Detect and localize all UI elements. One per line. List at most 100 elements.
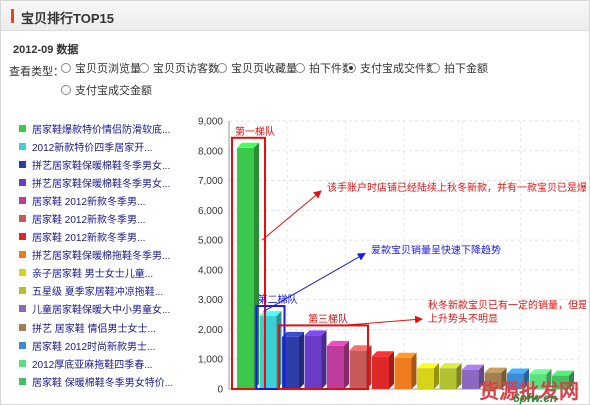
legend-item[interactable]: 居家鞋 2012新款冬季男... <box>19 191 189 209</box>
radio-button[interactable] <box>217 63 227 73</box>
legend-item[interactable]: 拼艺居家鞋保暖棉鞋冬季男女... <box>19 155 189 173</box>
legend-swatch <box>19 323 26 331</box>
legend-item[interactable]: 居家鞋 2012新款冬季男... <box>19 228 189 246</box>
radio-label: 宝贝页收藏量 <box>231 63 297 75</box>
legend-swatch <box>19 142 26 150</box>
tier1-label: 第一梯队 <box>235 125 275 138</box>
bar-front <box>304 335 322 389</box>
legend-label: 拼艺居家鞋保暖棉拖鞋冬季男... <box>32 251 171 263</box>
legend-item[interactable]: 居家鞋 保暖棉鞋冬季男女特价... <box>19 372 189 390</box>
bar-front <box>417 368 434 389</box>
bar-front <box>237 147 254 389</box>
legend-swatch <box>19 359 26 367</box>
legend-swatch <box>19 287 26 295</box>
radio-button[interactable] <box>61 85 71 95</box>
radio-page-views[interactable]: 宝贝页浏览量 <box>61 59 141 77</box>
legend-item[interactable]: 2012厚底亚麻拖鞋四季春... <box>19 354 189 372</box>
bar-side <box>321 330 327 389</box>
tier3-label: 第三梯队 <box>308 312 348 325</box>
annotation-note1: 该手账户时店铺已经陆续上秋冬新款，并有一款宝贝已是爆款 <box>327 181 586 194</box>
legend-swatch <box>19 215 26 223</box>
legend-item[interactable]: 居家鞋爆款特价情侣防滑软底... <box>19 119 189 137</box>
legend-swatch <box>19 178 26 186</box>
bar-front <box>372 356 389 389</box>
radio-ordered-items[interactable]: 拍下件数 <box>295 59 353 77</box>
y-tick-label: 9,000 <box>198 117 223 128</box>
y-tick-label: 4,000 <box>198 265 223 276</box>
header-accent-bar <box>11 9 14 23</box>
radio-button[interactable] <box>430 63 440 73</box>
legend-item[interactable]: 2012新款特价四季居家开... <box>19 137 189 155</box>
arrow-note3 <box>341 315 423 326</box>
bar-side <box>344 340 349 389</box>
annotation-note2: 爱款宝贝销量呈快速下降趋势 <box>371 244 501 257</box>
bar-side <box>411 352 417 389</box>
bar-front <box>327 345 344 389</box>
view-type-label: 查看类型： <box>9 66 64 78</box>
ranking-panel: 宝贝排行TOP15 2012-09 数据 查看类型： 宝贝页浏览量 宝贝页访客数… <box>0 0 590 405</box>
radio-label: 宝贝页访客数 <box>153 63 219 75</box>
legend-swatch <box>19 233 26 241</box>
arrow-note1 <box>261 190 322 241</box>
legend-item[interactable]: 五星级 夏季家居鞋冲凉拖鞋... <box>19 282 189 300</box>
radio-label: 拍下金额 <box>444 63 488 75</box>
radio-label: 宝贝页浏览量 <box>75 63 141 75</box>
legend-label: 居家鞋 2012新款冬季男... <box>32 233 146 245</box>
radio-button[interactable] <box>139 63 149 73</box>
legend-label: 拼艺居家鞋保暖棉鞋冬季男女... <box>32 160 171 172</box>
radio-ordered-amount[interactable]: 拍下金额 <box>430 59 488 77</box>
radio-button[interactable] <box>295 63 305 73</box>
y-tick-label: 2,000 <box>198 325 223 336</box>
legend-item[interactable]: 居家鞋 2012新款冬季男... <box>19 209 189 227</box>
legend-swatch <box>19 160 26 168</box>
legend-label: 五星级 夏季家居鞋冲凉拖鞋... <box>32 287 164 299</box>
panel-header: 宝贝排行TOP15 <box>1 1 589 31</box>
bar-front <box>439 368 457 389</box>
legend-swatch <box>19 251 26 259</box>
y-tick-label: 7,000 <box>198 176 223 187</box>
legend-label: 居家鞋 2012新款冬季男... <box>32 196 146 208</box>
panel-title: 宝贝排行TOP15 <box>21 11 114 26</box>
legend-label: 儿童居家鞋保暖大中小男童女... <box>32 305 171 317</box>
radio-favorites[interactable]: 宝贝页收藏量 <box>217 59 297 77</box>
legend-label: 2012新款特价四季居家开... <box>32 142 153 154</box>
annotation-note3-line1: 秋冬新款宝贝已有一定的销量，但是 <box>428 299 586 312</box>
bar-front <box>394 357 412 389</box>
y-tick-label: 3,000 <box>198 295 223 306</box>
bar-front <box>349 350 367 389</box>
legend-swatch <box>19 305 26 313</box>
arrow-note2 <box>263 253 366 313</box>
chart-legend: 居家鞋爆款特价情侣防滑软底... 2012新款特价四季居家开... 拼艺居家鞋保暖棉… <box>19 119 189 390</box>
bar-chart: 0 1,000 2,000 3,000 4,000 5,000 6,000 7,000 8,00… <box>198 117 586 396</box>
radio-button-selected[interactable] <box>346 63 356 73</box>
legend-item[interactable]: 拼艺居家鞋保暖棉拖鞋冬季男... <box>19 246 189 264</box>
legend-item[interactable]: 居家鞋 2012时尚新款男士... <box>19 336 189 354</box>
y-tick-label: 0 <box>217 385 223 396</box>
legend-item[interactable]: 拼艺居家鞋保暖棉鞋冬季男女... <box>19 173 189 191</box>
legend-item[interactable]: 亲子居家鞋 男士女士儿童... <box>19 264 189 282</box>
legend-swatch <box>19 341 26 349</box>
legend-item[interactable]: 拼艺 居家鞋 情侣男士女士... <box>19 318 189 336</box>
legend-label: 居家鞋 保暖棉鞋冬季男女特价... <box>32 377 174 389</box>
y-tick-label: 6,000 <box>198 206 223 217</box>
bar-front <box>259 316 277 389</box>
radio-button[interactable] <box>61 63 71 73</box>
y-tick-label: 5,000 <box>198 236 223 247</box>
radio-page-visitors[interactable]: 宝贝页访客数 <box>139 59 219 77</box>
radio-alipay-amount[interactable]: 支付宝成交金额 <box>61 81 152 99</box>
legend-label: 居家鞋爆款特价情侣防滑软底... <box>32 124 171 136</box>
radio-alipay-items[interactable]: 支付宝成交件数 <box>346 59 437 77</box>
y-tick-label: 8,000 <box>198 146 223 157</box>
legend-label: 拼艺居家鞋保暖棉鞋冬季男女... <box>32 178 171 190</box>
date-label: 2012-09 数据 <box>13 44 79 56</box>
annotation-note3-line2: 上升势头不明显 <box>428 312 498 325</box>
bar-side <box>299 331 304 389</box>
radio-label: 支付宝成交件数 <box>360 63 437 75</box>
legend-swatch <box>19 269 26 277</box>
legend-item[interactable]: 儿童居家鞋保暖大中小男童女... <box>19 300 189 318</box>
legend-label: 亲子居家鞋 男士女士儿童... <box>32 269 154 281</box>
watermark-site: 6pfw.cn <box>513 391 558 405</box>
bar-front <box>462 369 479 389</box>
legend-swatch <box>19 124 26 132</box>
radio-label: 支付宝成交金额 <box>75 85 152 97</box>
